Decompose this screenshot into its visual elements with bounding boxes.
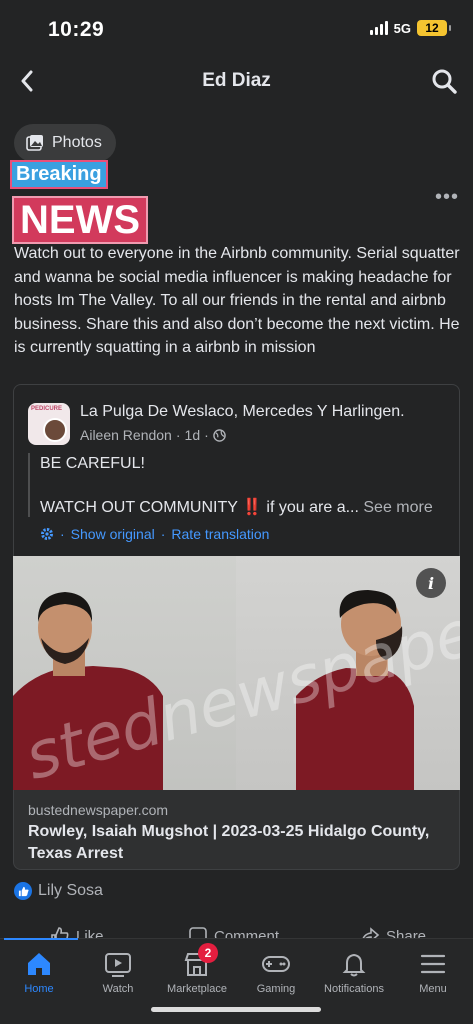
post-text: Watch out to everyone in the Airbnb comm… <box>14 245 460 356</box>
mugshot-image[interactable]: stednewspaper.c i <box>13 556 460 790</box>
shared-meta: Aileen Rendon · 1d · <box>80 427 226 443</box>
quote-rule <box>28 453 30 517</box>
nav-label-marketplace: Marketplace <box>167 983 227 995</box>
link-title[interactable]: Rowley, Isaiah Mugshot | 2023-03-25 Hida… <box>28 821 448 865</box>
translate-separator: · <box>60 526 65 542</box>
show-original-link[interactable]: Show original <box>71 526 155 542</box>
meta-separator: · <box>204 427 209 443</box>
nav-label-home: Home <box>24 983 54 995</box>
news-banner: NEWS <box>12 196 148 244</box>
nav-gaming[interactable]: Gaming <box>236 949 316 995</box>
nav-label-notifications: Notifications <box>324 983 384 995</box>
menu-icon <box>418 949 448 979</box>
breaking-banner: Breaking <box>12 162 106 187</box>
shared-page-name[interactable]: La Pulga De Weslaco, Mercedes Y Harlinge… <box>80 403 405 421</box>
meta-separator: · <box>175 427 181 443</box>
network-type: 5G <box>393 20 411 36</box>
top-header: Ed Diaz <box>0 56 473 106</box>
battery-level: 12 <box>425 21 439 35</box>
more-options-icon[interactable]: ••• <box>435 186 459 209</box>
translate-separator: · <box>160 526 166 542</box>
watch-icon <box>103 949 133 979</box>
reaction-names: Lily Sosa <box>38 882 103 899</box>
see-more-link[interactable]: See more <box>363 499 432 516</box>
photo-icon <box>26 135 43 151</box>
battery-icon: 12 <box>417 20 451 36</box>
status-time: 10:29 <box>48 18 105 41</box>
shared-text-line1: BE CAREFUL! <box>40 455 145 472</box>
translation-row: · Show original · Rate translation <box>40 526 269 542</box>
gear-icon <box>41 528 53 540</box>
page-title: Ed Diaz <box>202 70 271 91</box>
page-avatar[interactable]: PEDICURE <box>28 403 70 445</box>
gaming-icon <box>261 949 291 979</box>
link-domain: bustednewspaper.com <box>28 802 169 818</box>
nav-watch[interactable]: Watch <box>78 949 158 995</box>
signal-icon <box>369 21 388 35</box>
bell-icon <box>339 949 369 979</box>
marketplace-icon: 2 <box>182 943 218 979</box>
globe-icon <box>213 428 226 442</box>
search-icon[interactable] <box>431 68 457 94</box>
photos-button[interactable]: Photos <box>14 124 116 162</box>
shared-author[interactable]: Aileen Rendon <box>80 427 172 443</box>
photos-label: Photos <box>52 134 102 151</box>
home-icon <box>24 949 54 979</box>
reaction-summary[interactable]: Lily Sosa <box>14 882 103 900</box>
avatar-face <box>43 418 67 442</box>
active-tab-indicator <box>4 938 78 940</box>
shared-text-line2: WATCH OUT COMMUNITY ‼️ if you are a... S… <box>40 497 433 517</box>
like-reaction-icon <box>14 882 32 900</box>
nav-label-gaming: Gaming <box>256 983 296 995</box>
marketplace-badge: 2 <box>198 943 218 963</box>
nav-label-watch: Watch <box>102 983 134 995</box>
nav-menu[interactable]: Menu <box>393 949 473 995</box>
avatar-text: PEDICURE <box>31 406 63 412</box>
shared-post[interactable]: PEDICURE La Pulga De Weslaco, Mercedes Y… <box>13 384 460 556</box>
rate-translation-link[interactable]: Rate translation <box>171 526 269 542</box>
nav-home[interactable]: Home <box>0 949 79 995</box>
home-indicator[interactable] <box>151 1007 321 1012</box>
info-icon[interactable]: i <box>416 568 446 598</box>
shared-age: 1d <box>184 427 201 443</box>
status-indicators: 5G 12 <box>369 20 451 36</box>
shared-text-content: WATCH OUT COMMUNITY ‼️ if you are a... <box>40 499 359 516</box>
nav-marketplace[interactable]: 2 Marketplace <box>157 943 237 995</box>
nav-label-menu: Menu <box>419 983 447 995</box>
nav-notifications[interactable]: Notifications <box>314 949 394 995</box>
link-preview[interactable]: bustednewspaper.com Rowley, Isaiah Mugsh… <box>13 790 460 870</box>
status-bar: 10:29 5G 12 <box>0 0 473 56</box>
